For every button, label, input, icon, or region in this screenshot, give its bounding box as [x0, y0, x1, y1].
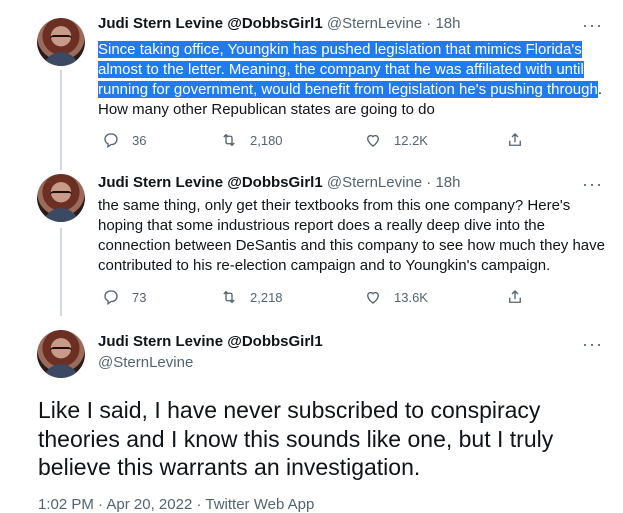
author-name[interactable]: Judi Stern Levine @DobbsGirl1	[98, 174, 323, 191]
tweet-header: Judi Stern Levine @DobbsGirl1 @SternLevi…	[98, 15, 461, 32]
retweet-button[interactable]: 2,218	[220, 288, 283, 306]
author-handle[interactable]: @SternLevine	[327, 174, 422, 191]
like-count: 12.2K	[394, 132, 428, 148]
share-icon	[509, 133, 521, 146]
tweet-source[interactable]: Twitter Web App	[205, 496, 314, 513]
avatar[interactable]	[37, 174, 85, 222]
more-icon[interactable]: ···	[582, 175, 603, 193]
retweet-button[interactable]: 2,180	[220, 131, 283, 149]
author-name[interactable]: Judi Stern Levine @DobbsGirl1	[98, 15, 323, 32]
avatar[interactable]	[37, 330, 85, 378]
reply-count: 36	[132, 132, 147, 148]
retweet-icon	[223, 290, 235, 304]
share-icon	[509, 290, 521, 303]
author-name[interactable]: Judi Stern Levine @DobbsGirl1	[98, 333, 323, 350]
like-icon	[367, 134, 379, 147]
author-handle[interactable]: @SternLevine	[327, 15, 422, 32]
tweet-text: Since taking office, Youngkin has pushed…	[98, 40, 608, 120]
tweet-time[interactable]: 18h	[435, 15, 460, 32]
retweet-count: 2,218	[250, 289, 283, 305]
reply-icon	[104, 290, 118, 306]
retweet-count: 2,180	[250, 132, 283, 148]
reply-button[interactable]: 73	[102, 288, 146, 306]
share-button[interactable]	[506, 288, 524, 306]
tweet-text: the same thing, only get their textbooks…	[98, 197, 605, 274]
reply-button[interactable]: 36	[102, 131, 146, 149]
more-icon[interactable]: ···	[582, 16, 603, 34]
more-icon[interactable]: ···	[582, 335, 603, 353]
share-button[interactable]	[506, 131, 524, 149]
thread-line-2	[60, 228, 62, 316]
main-tweet-text: Like I said, I have never subscribed to …	[38, 397, 554, 480]
tweet-meta: 1:02 PM · Apr 20, 2022 · Twitter Web App	[38, 496, 315, 513]
tweet-actions: 73 2,218 13.6K	[98, 288, 568, 310]
thread-line-1	[60, 70, 62, 170]
author-handle[interactable]: @SternLevine	[98, 354, 193, 371]
tweet-actions: 36 2,180 12.2K	[98, 131, 568, 153]
like-count: 13.6K	[394, 289, 428, 305]
like-button[interactable]: 12.2K	[364, 131, 428, 149]
like-button[interactable]: 13.6K	[364, 288, 428, 306]
reply-count: 73	[132, 289, 147, 305]
tweet-time[interactable]: 18h	[435, 174, 460, 191]
tweet-date[interactable]: Apr 20, 2022	[106, 496, 192, 513]
retweet-icon	[223, 133, 235, 147]
reply-icon	[104, 133, 118, 149]
tweet-header: Judi Stern Levine @DobbsGirl1 @SternLevi…	[98, 174, 461, 191]
like-icon	[367, 291, 379, 304]
tweet-time[interactable]: 1:02 PM	[38, 496, 94, 513]
avatar[interactable]	[37, 18, 85, 66]
selected-text: Since taking office, Youngkin has pushed…	[98, 41, 598, 98]
